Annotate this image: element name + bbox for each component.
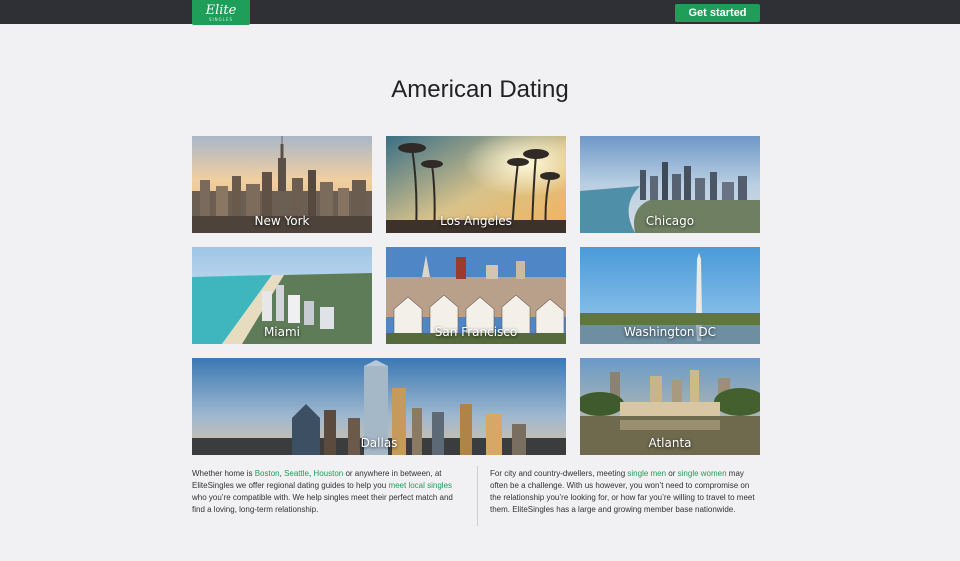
intro-text-left: Whether home is Boston, Seattle, Houston… (192, 468, 466, 516)
city-label: Chicago (645, 214, 695, 228)
city-label: Washington DC (624, 325, 716, 339)
city-label: Los Angeles (440, 214, 512, 228)
page-title: American Dating (391, 76, 569, 103)
text-segment: who you’re compatible with. We help sing… (192, 493, 453, 514)
link-single-men[interactable]: single men (627, 469, 666, 478)
city-label: Dallas (360, 436, 398, 450)
link-boston[interactable]: Boston (255, 469, 280, 478)
city-label: Miami (263, 325, 301, 339)
city-label: New York (254, 214, 310, 228)
link-houston[interactable]: Houston (313, 469, 343, 478)
city-tile-miami[interactable]: Miami (192, 247, 372, 344)
get-started-button[interactable]: Get started (675, 4, 760, 22)
text-segment: or (666, 469, 678, 478)
city-tile-atlanta[interactable]: Atlanta (580, 358, 760, 455)
city-tile-dallas[interactable]: Dallas (192, 358, 566, 455)
city-tile-san-francisco[interactable]: San Francisco (386, 247, 566, 344)
top-navigation-bar: Elite SINGLES Get started (0, 0, 960, 25)
city-tile-chicago[interactable]: Chicago (580, 136, 760, 233)
column-divider (477, 466, 478, 526)
city-tile-los-angeles[interactable]: Los Angeles (386, 136, 566, 233)
text-segment: Whether home is (192, 469, 255, 478)
link-seattle[interactable]: Seattle (284, 469, 309, 478)
city-tile-new-york[interactable]: New York (192, 136, 372, 233)
link-single-women[interactable]: single women (678, 469, 727, 478)
link-meet-local-singles[interactable]: meet local singles (388, 481, 452, 490)
logo-subtext: SINGLES (208, 16, 234, 22)
elitesingles-logo[interactable]: Elite SINGLES (192, 0, 250, 25)
text-segment: For city and country-dwellers, meeting (490, 469, 628, 478)
logo-wordmark: Elite (205, 2, 237, 18)
city-label: Atlanta (648, 436, 692, 450)
city-label: San Francisco (434, 325, 518, 339)
city-tile-washington-dc[interactable]: Washington DC (580, 247, 760, 344)
intro-text-right: For city and country-dwellers, meeting s… (490, 468, 760, 516)
